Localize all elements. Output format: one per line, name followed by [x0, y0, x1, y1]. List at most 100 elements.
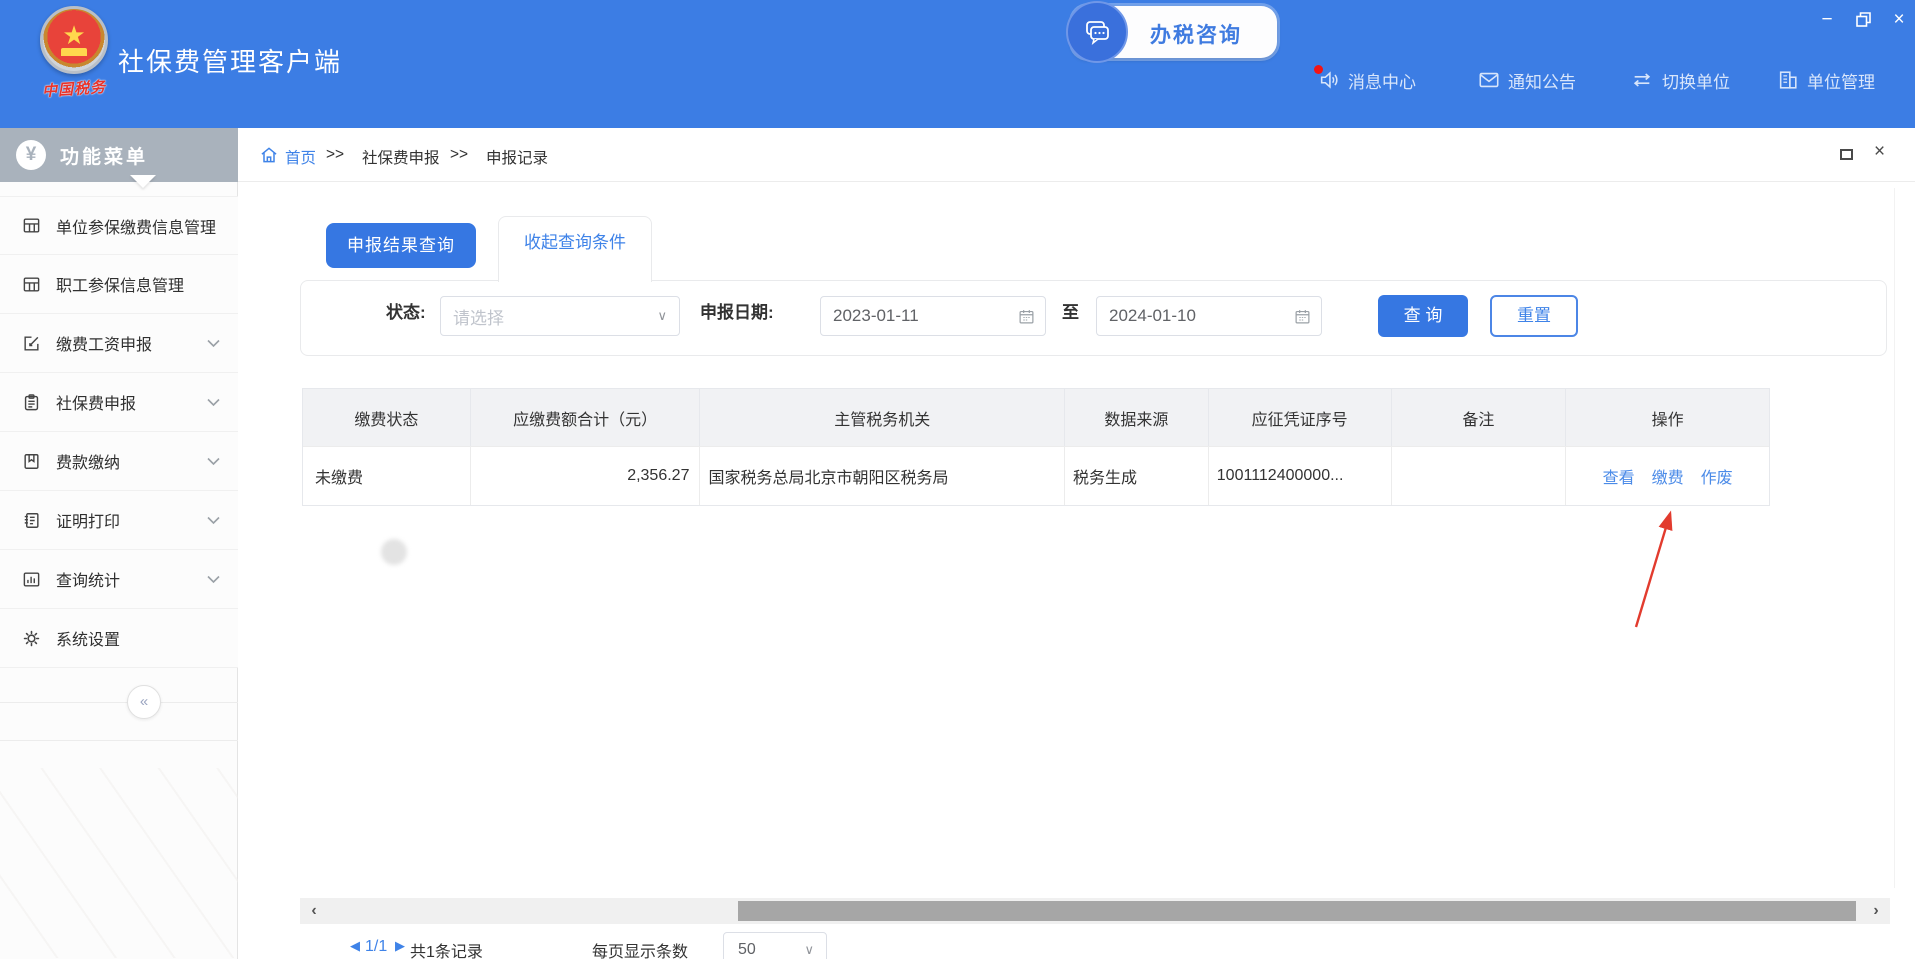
breadcrumb-level2: 社保费申报 [362, 146, 440, 168]
chevron-down-icon: ∨ [657, 308, 667, 324]
window-close-button[interactable]: × [1886, 8, 1912, 32]
column-header: 主管税务机关 [700, 389, 1065, 446]
column-header: 数据来源 [1065, 389, 1209, 446]
breadcrumb-separator: >> [326, 146, 344, 164]
column-header: 缴费状态 [303, 389, 471, 446]
reset-button[interactable]: 重置 [1490, 295, 1578, 337]
sidebar-item-label: 证明打印 [56, 508, 120, 532]
pay-link[interactable]: 缴费 [1652, 464, 1684, 488]
chart-icon [22, 569, 42, 589]
sidebar-item-social-fee-declaration[interactable]: 社保费申报 [0, 373, 238, 432]
sidebar-header-notch [130, 175, 156, 188]
panel-close-icon[interactable]: × [1874, 141, 1885, 163]
main-content: 首页 >> 社保费申报 >> 申报记录 × 申报结果查询 收起查询条件 状态: … [238, 128, 1915, 959]
status-select[interactable]: 请选择 ∨ [440, 296, 680, 336]
prev-page-icon[interactable]: ◀ [350, 938, 360, 954]
building-icon [1777, 69, 1799, 91]
next-page-icon[interactable]: ▶ [395, 938, 405, 954]
chevron-down-icon [207, 339, 220, 348]
breadcrumb-separator: >> [450, 146, 468, 164]
tab-collapse-query-conditions[interactable]: 收起查询条件 [498, 216, 652, 282]
horizontal-scrollbar[interactable]: ‹ › [300, 898, 1890, 924]
sidebar-menu: 单位参保缴费信息管理 职工参保信息管理 缴费工资申报 [0, 196, 238, 668]
chevron-down-icon [207, 516, 220, 525]
edit-icon [22, 333, 42, 353]
sidebar-item-query-statistics[interactable]: 查询统计 [0, 550, 238, 609]
cell-payment-status: 未缴费 [303, 446, 471, 505]
yen-icon: ¥ [16, 140, 46, 170]
sidebar-item-unit-insurance-info[interactable]: 单位参保缴费信息管理 [0, 196, 238, 255]
declaration-records-table: 缴费状态 应缴费额合计（元） 主管税务机关 数据来源 应征凭证序号 备注 操作 … [302, 388, 1770, 506]
header-menu-notices[interactable]: 通知公告 [1478, 66, 1576, 94]
header-menu-label: 通知公告 [1508, 68, 1576, 93]
date-from-input[interactable]: 2023-01-11 [820, 296, 1046, 336]
window-minimize-button[interactable]: − [1814, 8, 1840, 32]
header-menu-label: 切换单位 [1662, 68, 1730, 93]
chevron-down-icon [207, 575, 220, 584]
envelope-icon [1478, 69, 1500, 91]
page-indicator: 1/1 [365, 938, 387, 956]
tax-consult-button[interactable]: 办税咨询 [1072, 6, 1277, 58]
sidebar-item-system-settings[interactable]: 系统设置 [0, 609, 238, 668]
cell-amount: 2,356.27 [471, 446, 701, 505]
breadcrumb-home[interactable]: 首页 [285, 146, 316, 168]
sidebar-watermark [0, 768, 238, 958]
table-icon [22, 216, 42, 236]
sidebar-item-certificate-printing[interactable]: 证明打印 [0, 491, 238, 550]
void-link[interactable]: 作废 [1701, 464, 1733, 488]
view-link[interactable]: 查看 [1603, 464, 1635, 488]
speaker-icon [1318, 69, 1340, 91]
header-menu-label: 消息中心 [1348, 68, 1416, 93]
sidebar-item-label: 查询统计 [56, 567, 120, 591]
status-select-value: 请选择 [453, 304, 504, 329]
column-header: 操作 [1566, 389, 1769, 446]
switch-arrows-icon [1630, 69, 1654, 91]
logo-caption: 中国税务 [23, 75, 124, 103]
column-header: 备注 [1392, 389, 1567, 446]
calendar-icon [1018, 308, 1035, 325]
annotation-arrow [1618, 500, 1698, 632]
panel-right-border [1894, 188, 1895, 888]
page-size-value: 50 [738, 941, 756, 958]
sidebar-item-fee-payment[interactable]: 费款缴纳 [0, 432, 238, 491]
app-window: ★ 中国税务 社保费管理客户端 办税咨询 消息 [0, 0, 1915, 959]
page-size-label: 每页显示条数 [592, 938, 688, 959]
header-menu-company-management[interactable]: 单位管理 [1777, 66, 1875, 94]
home-icon [259, 145, 279, 165]
sidebar-item-label: 缴费工资申报 [56, 331, 152, 355]
chevron-down-icon: ∨ [804, 942, 814, 958]
sidebar-divider [0, 702, 238, 703]
sidebar-item-employee-insurance-info[interactable]: 职工参保信息管理 [0, 255, 238, 314]
cell-tax-authority: 国家税务总局北京市朝阳区税务局 [700, 446, 1065, 505]
window-restore-button[interactable] [1850, 8, 1876, 32]
scroll-right-icon[interactable]: › [1866, 901, 1886, 921]
sidebar: ¥ 功能菜单 单位参保缴费信息管理 职工参保信息管理 缴费工资申 [0, 128, 238, 959]
date-to-label: 至 [1062, 298, 1079, 323]
panel-maximize-icon[interactable] [1840, 149, 1853, 160]
sidebar-header: ¥ 功能菜单 [0, 128, 238, 182]
scrollbar-thumb[interactable] [738, 901, 1856, 921]
sidebar-title: 功能菜单 [60, 142, 148, 169]
collapse-sidebar-button[interactable]: « [127, 685, 161, 719]
date-to-input[interactable]: 2024-01-10 [1096, 296, 1322, 336]
page-size-select[interactable]: 50 ∨ [723, 932, 827, 959]
notification-badge [1314, 65, 1323, 74]
gear-icon [22, 628, 42, 648]
table-header-row: 缴费状态 应缴费额合计（元） 主管税务机关 数据来源 应征凭证序号 备注 操作 [303, 389, 1769, 446]
sidebar-item-label: 费款缴纳 [56, 449, 120, 473]
tax-emblem-logo: ★ [40, 6, 108, 74]
header-menu-switch-company[interactable]: 切换单位 [1630, 66, 1730, 94]
search-button[interactable]: 查 询 [1378, 295, 1468, 337]
sidebar-item-salary-declaration[interactable]: 缴费工资申报 [0, 314, 238, 373]
date-from-value: 2023-01-11 [833, 306, 919, 326]
tab-declaration-result-query[interactable]: 申报结果查询 [326, 223, 476, 268]
cell-actions: 查看 缴费 作废 [1566, 446, 1769, 505]
cell-remark [1392, 446, 1567, 505]
breadcrumb: 首页 >> 社保费申报 >> 申报记录 × [238, 128, 1915, 182]
header-menu-message-center[interactable]: 消息中心 [1318, 66, 1416, 94]
total-records: 共1条记录 [410, 938, 483, 959]
chevron-down-icon [207, 398, 220, 407]
scroll-left-icon[interactable]: ‹ [304, 901, 324, 921]
clipboard-icon [22, 392, 42, 412]
date-to-value: 2024-01-10 [1109, 306, 1196, 326]
